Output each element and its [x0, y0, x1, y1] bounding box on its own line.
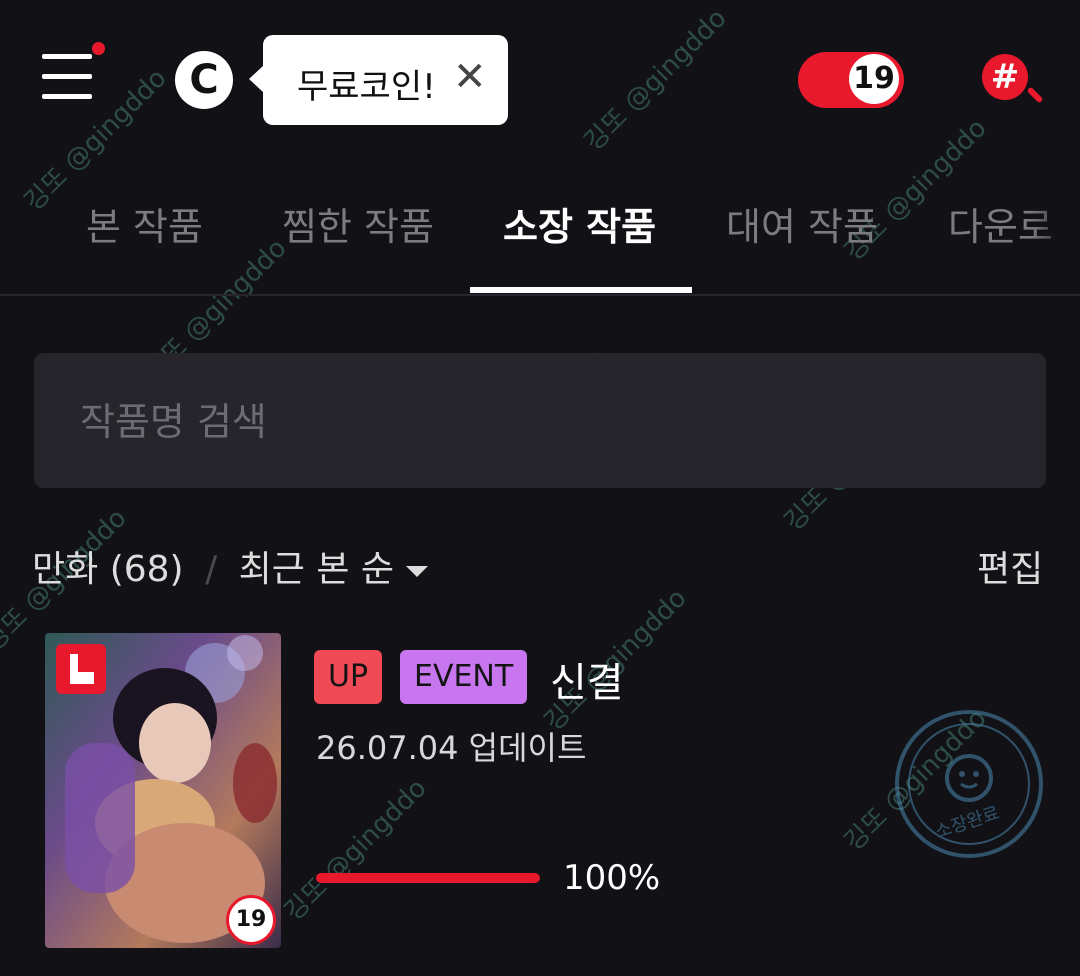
item-count: (68)	[109, 549, 184, 590]
event-tag: EVENT	[400, 650, 528, 704]
hashtag-search-icon: #	[982, 54, 1028, 100]
menu-icon-bar	[42, 74, 92, 79]
age-rating-badge: 19	[226, 895, 276, 945]
filter-row: 만화 (68) / 최근 본 순	[32, 540, 429, 590]
stamp-text: 소장완료	[933, 803, 1002, 843]
update-date: 26.07.04 업데이트	[316, 729, 587, 767]
magnifier-handle	[1026, 86, 1044, 104]
owned-complete-stamp-icon: 소장완료	[895, 710, 1043, 858]
tab-rented[interactable]: 대여 작품	[726, 196, 878, 251]
menu-button[interactable]	[40, 42, 105, 104]
logo-cutout	[78, 654, 94, 672]
read-progress-bar	[316, 873, 540, 883]
tab-viewed[interactable]: 본 작품	[86, 196, 203, 251]
active-tab-indicator	[470, 287, 692, 293]
menu-icon-bar	[42, 94, 92, 99]
comic-title[interactable]: 신결	[550, 650, 624, 708]
caret-down-icon	[406, 565, 429, 577]
close-icon[interactable]: ✕	[453, 54, 487, 100]
tabs-divider	[0, 294, 1080, 296]
adult-filter-toggle[interactable]: 19	[798, 52, 904, 108]
adult-toggle-knob: 19	[849, 54, 899, 104]
sort-dropdown[interactable]: 최근 본 순	[238, 549, 429, 590]
category-label: 만화	[32, 549, 99, 590]
tab-wishlist[interactable]: 찜한 작품	[282, 196, 434, 251]
watermark: 깅또 @gingddo	[278, 773, 433, 928]
search-input[interactable]	[78, 386, 982, 458]
coin-icon[interactable]: C	[175, 51, 233, 109]
free-coin-tooltip: 무료코인! ✕	[249, 35, 508, 125]
filter-separator: /	[205, 549, 218, 590]
notification-dot	[92, 42, 105, 55]
tab-scroll-fade	[1030, 190, 1080, 262]
tab-owned[interactable]: 소장 작품	[503, 196, 656, 251]
watermark: 깅또 @gingddo	[578, 3, 733, 158]
sort-label: 최근 본 순	[238, 549, 395, 590]
menu-icon	[42, 54, 92, 59]
up-tag: UP	[314, 650, 383, 704]
edit-button[interactable]: 편집	[977, 540, 1043, 592]
tag-search-button[interactable]: #	[982, 52, 1048, 112]
library-tabs: 본 작품 찜한 작품 소장 작품 대여 작품 다운로	[0, 196, 1080, 256]
read-progress-text: 100%	[563, 858, 661, 898]
search-box	[34, 353, 1046, 488]
kakao-page-logo-icon	[56, 644, 106, 694]
tooltip-text: 무료코인!	[297, 67, 436, 107]
